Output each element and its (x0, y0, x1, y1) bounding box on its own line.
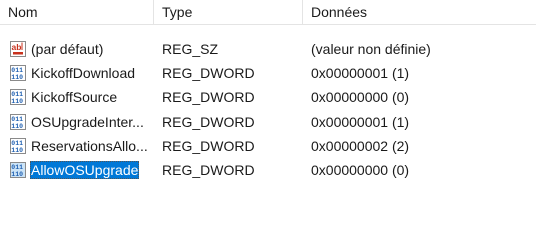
value-data: 0x00000000 (0) (311, 162, 410, 179)
svg-text:110: 110 (11, 171, 23, 178)
value-name-cell: ab (par défaut) (0, 40, 154, 58)
svg-text:110: 110 (11, 147, 23, 154)
binary-value-icon: 011 110 (10, 113, 26, 130)
binary-value-icon: 011 110 (10, 162, 26, 179)
binary-value-icon: 011 110 (10, 137, 26, 154)
column-header-type[interactable]: Type (154, 0, 303, 25)
value-type: REG_DWORD (162, 137, 255, 154)
value-data: (valeur non définie) (311, 41, 431, 58)
registry-values-list[interactable]: Nom Type Données ab (par défaut) REG_SZ … (0, 0, 536, 202)
value-type: REG_SZ (162, 41, 219, 58)
column-header-data[interactable]: Données (303, 0, 536, 25)
value-data: 0x00000001 (1) (311, 65, 410, 82)
value-name: KickoffDownload (31, 65, 136, 82)
value-row-kickoffdownload[interactable]: 011 110 KickoffDownload REG_DWORD 0x0000… (0, 61, 536, 85)
svg-text:011: 011 (11, 91, 23, 98)
value-type: REG_DWORD (162, 162, 255, 179)
svg-text:110: 110 (11, 123, 23, 130)
value-name-cell: 011 110 OSUpgradeInter... (0, 113, 154, 131)
value-name-cell: 011 110 KickoffSource (0, 88, 154, 106)
value-row-osupgradeinter[interactable]: 011 110 OSUpgradeInter... REG_DWORD 0x00… (0, 110, 536, 134)
svg-text:011: 011 (11, 164, 23, 171)
svg-text:011: 011 (11, 67, 23, 74)
value-type: REG_DWORD (162, 113, 255, 130)
value-rows: ab (par défaut) REG_SZ (valeur non défin… (0, 37, 536, 182)
binary-value-icon: 011 110 (10, 89, 26, 106)
value-data: 0x00000002 (2) (311, 137, 410, 154)
svg-text:011: 011 (11, 116, 23, 123)
value-name: AllowOSUpgrade (30, 161, 140, 180)
svg-text:011: 011 (11, 140, 23, 147)
value-row-reservationsallo[interactable]: 011 110 ReservationsAllo... REG_DWORD 0x… (0, 134, 536, 158)
value-data: 0x00000001 (1) (311, 113, 410, 130)
svg-text:110: 110 (11, 98, 23, 105)
value-data: 0x00000000 (0) (311, 89, 410, 106)
svg-text:110: 110 (11, 74, 23, 81)
value-name-cell: 011 110 AllowOSUpgrade (0, 161, 154, 180)
svg-text:ab: ab (12, 42, 22, 52)
value-name: KickoffSource (31, 89, 118, 106)
value-name: ReservationsAllo... (31, 137, 148, 154)
value-row-kickoffsource[interactable]: 011 110 KickoffSource REG_DWORD 0x000000… (0, 85, 536, 109)
value-name-cell: 011 110 ReservationsAllo... (0, 137, 154, 155)
value-name: OSUpgradeInter... (31, 113, 144, 130)
binary-value-icon: 011 110 (10, 65, 26, 82)
string-value-icon: ab (10, 41, 26, 58)
value-name-cell: 011 110 KickoffDownload (0, 64, 154, 82)
value-type: REG_DWORD (162, 89, 255, 106)
column-header-bar: Nom Type Données (0, 0, 536, 25)
value-row-par-defaut[interactable]: ab (par défaut) REG_SZ (valeur non défin… (0, 37, 536, 61)
column-header-name[interactable]: Nom (0, 0, 154, 25)
value-type: REG_DWORD (162, 65, 255, 82)
value-name: (par défaut) (31, 41, 104, 58)
value-row-allowosupgrade[interactable]: 011 110 AllowOSUpgrade REG_DWORD 0x00000… (0, 158, 536, 182)
